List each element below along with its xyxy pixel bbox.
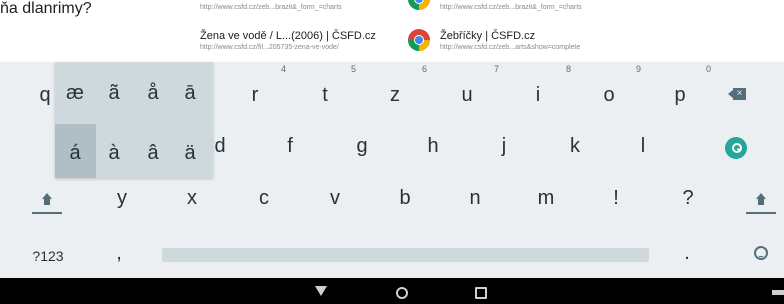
recents-icon[interactable] [475, 287, 487, 299]
suggestion-url: http://www.csfd.cz/zeb...brazit&_form_=c… [440, 4, 582, 11]
accent-key-a-umlaut[interactable]: ä [176, 142, 204, 165]
suggestion-area: ňa dlanrimy? http://www.csfd.cz/zeb...br… [0, 0, 784, 62]
accent-popup: æ ã å ā á à â ä [55, 62, 213, 178]
key-n[interactable]: n [460, 187, 490, 210]
key-comma[interactable]: , [104, 242, 134, 265]
key-o[interactable]: o [594, 84, 624, 107]
search-enter-icon[interactable] [725, 137, 747, 159]
key-m[interactable]: m [531, 187, 561, 210]
suggestion-url: http://www.csfd.cz/fil...205735-zena-ve-… [200, 44, 339, 51]
accent-key-ae[interactable]: æ [61, 82, 89, 105]
key-u-hint: 7 [494, 64, 500, 74]
key-r[interactable]: r [240, 84, 270, 107]
key-r-hint: 4 [281, 64, 287, 74]
key-p[interactable]: p [665, 84, 695, 107]
key-j[interactable]: j [489, 135, 519, 158]
navigation-bar [0, 278, 784, 304]
key-o-hint: 9 [636, 64, 642, 74]
suggestion-url: http://www.csfd.cz/zeb...brazit&_form_=c… [200, 4, 342, 11]
key-question[interactable]: ? [673, 187, 703, 210]
key-t-hint: 5 [351, 64, 357, 74]
key-p-hint: 0 [706, 64, 712, 74]
accent-key-a-tilde[interactable]: ã [100, 82, 128, 105]
accent-key-a-acute[interactable]: á [61, 142, 89, 165]
suggestion-title: Žebříčky | ČSFD.cz [440, 30, 536, 42]
key-f[interactable]: f [275, 135, 305, 158]
keyboard-icon[interactable] [772, 290, 784, 295]
shift-left-icon[interactable] [32, 193, 62, 215]
key-u[interactable]: u [452, 84, 482, 107]
typed-text-fragment: ňa dlanrimy? [0, 0, 92, 17]
chrome-icon [408, 29, 430, 51]
accent-key-a-circumflex[interactable]: â [139, 142, 167, 165]
key-y[interactable]: y [107, 187, 137, 210]
suggestion-top-left[interactable]: http://www.csfd.cz/zeb...brazit&_form_=c… [200, 0, 400, 25]
key-b[interactable]: b [390, 187, 420, 210]
key-period[interactable]: . [672, 242, 702, 265]
accent-key-a-macron[interactable]: ā [176, 82, 204, 105]
symbols-key[interactable]: ?123 [28, 248, 68, 264]
key-k[interactable]: k [560, 135, 590, 158]
suggestion-title: Žena ve vodě / L...(2006) | ČSFD.cz [200, 30, 376, 42]
suggestion-top-right[interactable]: http://www.csfd.cz/zeb...brazit&_form_=c… [440, 0, 625, 25]
accent-key-a-ring[interactable]: å [139, 82, 167, 105]
emoji-icon[interactable] [754, 246, 768, 260]
key-h[interactable]: h [418, 135, 448, 158]
key-g[interactable]: g [347, 135, 377, 158]
home-icon[interactable] [396, 287, 408, 299]
key-v[interactable]: v [320, 187, 350, 210]
key-z[interactable]: z [380, 84, 410, 107]
key-i[interactable]: i [523, 84, 553, 107]
back-icon[interactable] [315, 286, 327, 296]
space-bar[interactable] [162, 248, 649, 262]
accent-key-a-grave[interactable]: à [100, 142, 128, 165]
key-t[interactable]: t [310, 84, 340, 107]
soft-keyboard: q w e r 4 t 5 z 6 u 7 i 8 o 9 p 0 a s d … [0, 62, 784, 278]
key-c[interactable]: c [249, 187, 279, 210]
key-z-hint: 6 [422, 64, 428, 74]
chrome-icon [408, 0, 430, 10]
key-i-hint: 8 [566, 64, 572, 74]
suggestion-url: http://www.csfd.cz/zeb...arts&show=compl… [440, 44, 581, 51]
key-exclamation[interactable]: ! [601, 187, 631, 210]
backspace-icon[interactable] [728, 88, 748, 100]
suggestion-zena-ve-vode[interactable]: Žena ve vodě / L...(2006) | ČSFD.cz http… [200, 28, 400, 53]
suggestion-zebricky[interactable]: Žebříčky | ČSFD.cz http://www.csfd.cz/ze… [440, 28, 625, 53]
shift-right-icon[interactable] [746, 193, 776, 215]
key-x[interactable]: x [177, 187, 207, 210]
key-l[interactable]: l [628, 135, 658, 158]
